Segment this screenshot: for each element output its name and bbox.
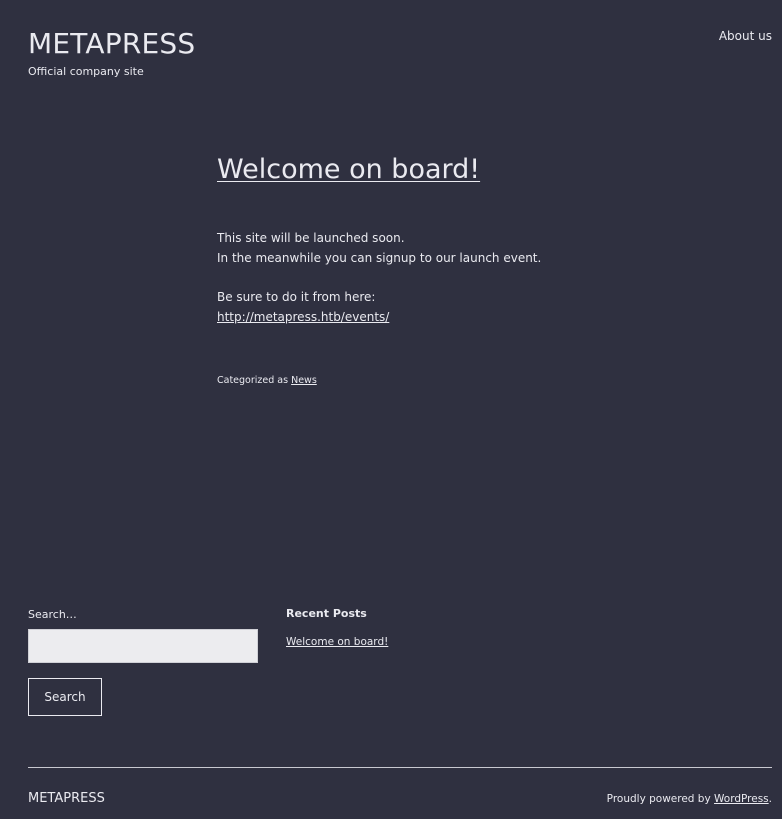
footer-site-title[interactable]: METAPRESS xyxy=(28,790,105,808)
post-paragraph: Be sure to do it from here: http://metap… xyxy=(217,287,637,327)
site-tagline: Official company site xyxy=(28,65,144,78)
wordpress-link[interactable]: WordPress xyxy=(714,793,769,805)
recent-posts-widget: Recent Posts Welcome on board! xyxy=(286,606,526,650)
post-text-line: In the meanwhile you can signup to our l… xyxy=(217,251,542,265)
credit-prefix: Proudly powered by xyxy=(606,793,715,805)
footer-credit: Proudly powered by WordPress. xyxy=(607,791,772,807)
list-item: Welcome on board! xyxy=(286,634,526,650)
recent-posts-list: Welcome on board! xyxy=(286,634,526,650)
categorized-label: Categorized as xyxy=(217,375,292,386)
post-text-line: Be sure to do it from here: xyxy=(217,290,376,304)
recent-post-link[interactable]: Welcome on board! xyxy=(286,636,388,648)
post-paragraph: This site will be launched soon. In the … xyxy=(217,228,637,268)
search-label: Search… xyxy=(28,608,77,621)
search-widget: Search… Search xyxy=(28,606,258,716)
search-button[interactable]: Search xyxy=(28,678,102,716)
post-title-link[interactable]: Welcome on board! xyxy=(217,154,480,185)
site-title[interactable]: METAPRESS xyxy=(28,26,195,62)
nav-about-link[interactable]: About us xyxy=(719,28,772,44)
post-title: Welcome on board! xyxy=(217,152,637,188)
recent-posts-heading: Recent Posts xyxy=(286,607,367,620)
post-content: This site will be launched soon. In the … xyxy=(217,228,637,327)
post-article: Welcome on board! This site will be laun… xyxy=(217,152,637,388)
post-text-line: This site will be launched soon. xyxy=(217,231,405,245)
post-categories: Categorized as News xyxy=(217,374,637,388)
events-link[interactable]: http://metapress.htb/events/ xyxy=(217,310,389,324)
category-link-news[interactable]: News xyxy=(291,375,317,386)
credit-suffix: . xyxy=(768,793,772,805)
search-input[interactable] xyxy=(28,629,258,663)
footer-divider xyxy=(28,767,772,768)
